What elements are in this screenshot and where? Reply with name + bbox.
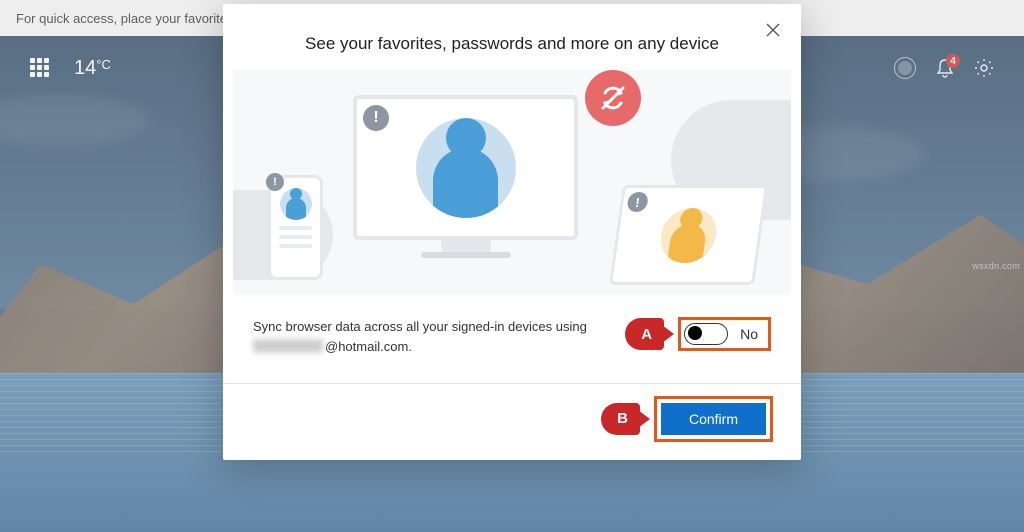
- tablet-icon: !: [616, 185, 761, 285]
- email-redacted: [253, 339, 323, 353]
- phone-icon: !: [268, 175, 323, 280]
- sync-disabled-icon: [585, 70, 641, 126]
- dialog-title: See your favorites, passwords and more o…: [223, 4, 801, 70]
- watermark: wsxdn.com: [972, 261, 1020, 271]
- toggle-state-label: No: [740, 326, 758, 342]
- monitor-icon: !: [353, 95, 578, 258]
- user-email: @hotmail.com.: [253, 337, 412, 357]
- toggle-highlight: No: [678, 317, 771, 351]
- alert-icon: !: [626, 192, 649, 212]
- modal-overlay: See your favorites, passwords and more o…: [0, 0, 1024, 532]
- confirm-highlight: Confirm: [654, 396, 773, 442]
- alert-icon: !: [363, 105, 389, 131]
- sync-illustration: ! ! !: [233, 70, 791, 295]
- sync-description: Sync browser data across all your signed…: [253, 317, 613, 359]
- sync-toggle[interactable]: [684, 323, 728, 345]
- confirm-button[interactable]: Confirm: [661, 403, 766, 435]
- callout-label-b: B: [601, 403, 640, 435]
- alert-icon: !: [266, 173, 284, 191]
- close-button[interactable]: [757, 14, 789, 46]
- callout-label-a: A: [625, 318, 664, 350]
- annotation-a: A No: [625, 317, 771, 351]
- annotation-b: B Confirm: [601, 396, 773, 442]
- sync-dialog: See your favorites, passwords and more o…: [223, 4, 801, 460]
